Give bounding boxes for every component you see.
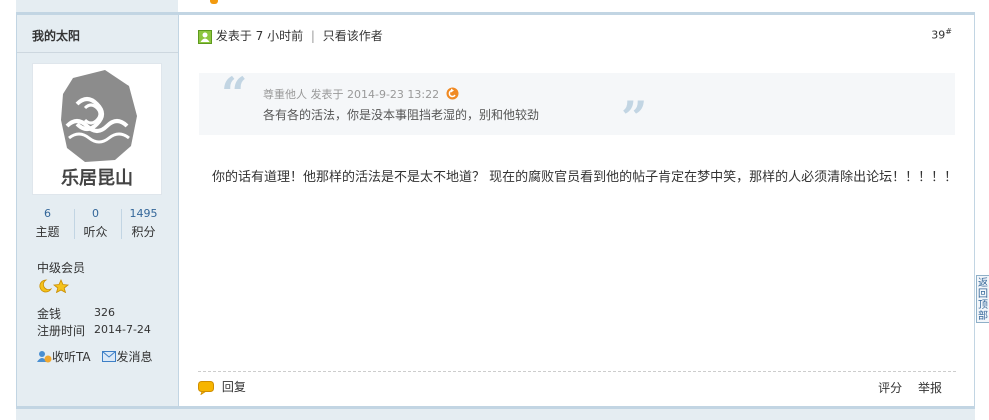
- reply-bubble-icon: [198, 380, 214, 395]
- post-body: 你的话有道理！他那样的活法是不是太不地道？ 现在的腐败官员看到他的帖子肯定在梦中…: [212, 170, 958, 185]
- stat-listeners-value: 0: [92, 207, 99, 220]
- close-quote-icon: ”: [621, 91, 648, 145]
- register-row: 注册时间 2014-7-24: [37, 322, 151, 339]
- author-stats: 6 主题 0 听众 1495 积分: [25, 207, 173, 241]
- follow-label: 收听TA: [52, 350, 91, 364]
- author-sidebar: 我的太阳 乐居昆山 6 主题 0 听众 1495 积分 中级会员 金钱 326 …: [17, 15, 179, 406]
- member-level[interactable]: 中级会员: [37, 259, 85, 276]
- avatar[interactable]: 乐居昆山: [32, 63, 162, 195]
- quote-block: “ 尊重他人 发表于 2014-9-23 13:22 各有各的活法，你是没本事阻…: [199, 67, 955, 145]
- quote-text: 各有各的活法，你是没本事阻挡老湿的，别和他较劲: [263, 108, 540, 122]
- frame-right-border: [974, 14, 975, 420]
- post-content-area: 发表于 7 小时前 | 只看该作者 39# “ 尊重他人 发表于 2014-9-…: [179, 15, 974, 406]
- only-author-link[interactable]: 只看该作者: [323, 29, 383, 43]
- stat-points[interactable]: 1495 积分: [121, 207, 166, 240]
- reply-button[interactable]: 回复: [198, 378, 246, 395]
- post-time: 发表于 7 小时前: [215, 29, 304, 43]
- stat-points-value: 1495: [129, 207, 158, 220]
- stat-listeners[interactable]: 0 听众: [73, 207, 118, 240]
- follow-icon: [37, 351, 52, 363]
- floor-value: 39: [931, 28, 946, 42]
- register-value: 2014-7-24: [94, 323, 151, 336]
- goto-quote-icon[interactable]: [446, 87, 459, 100]
- rate-link[interactable]: 评分: [878, 381, 902, 395]
- user-online-icon: [198, 29, 212, 44]
- floor-number[interactable]: 39#: [931, 27, 952, 42]
- back-to-top-label: 返回顶部: [978, 278, 988, 322]
- post-footer-divider: [198, 371, 956, 372]
- author-actions: 收听TA 发消息: [37, 348, 152, 365]
- header-pipe: |: [310, 29, 315, 43]
- post-bottom-bar: [16, 406, 975, 420]
- send-message-button[interactable]: 发消息: [102, 349, 153, 364]
- stat-listeners-label: 听众: [83, 225, 108, 239]
- author-name[interactable]: 我的太阳: [32, 27, 80, 44]
- moon-star-icon: [39, 279, 70, 294]
- top-strip: [0, 0, 989, 15]
- post-header: 发表于 7 小时前 | 只看该作者: [198, 27, 383, 44]
- money-row: 金钱 326: [37, 305, 115, 322]
- reply-label: 回复: [221, 380, 246, 394]
- author-divider: [17, 52, 178, 53]
- orange-marker: [210, 0, 218, 4]
- avatar-caption: 乐居昆山: [61, 168, 133, 189]
- register-label: 注册时间: [37, 324, 86, 338]
- send-message-label: 发消息: [116, 350, 153, 364]
- level-badges: [37, 279, 71, 296]
- stat-topics-value: 6: [44, 207, 51, 220]
- post-footer-actions: 评分 举报: [866, 379, 942, 396]
- money-value: 326: [94, 306, 115, 319]
- stat-points-label: 积分: [131, 225, 156, 239]
- quote-meta-text: 尊重他人 发表于 2014-9-23 13:22: [263, 88, 440, 101]
- stat-topics[interactable]: 6 主题: [25, 207, 70, 240]
- avatar-logo-icon: 乐居昆山: [61, 70, 137, 189]
- back-to-top-button[interactable]: 返回顶部: [976, 275, 989, 323]
- follow-button[interactable]: 收听TA: [37, 349, 94, 364]
- money-label: 金钱: [37, 307, 62, 321]
- report-link[interactable]: 举报: [918, 381, 942, 395]
- open-quote-icon: “: [221, 67, 248, 121]
- quote-meta: 尊重他人 发表于 2014-9-23 13:22: [263, 86, 459, 102]
- mail-icon: [102, 351, 117, 362]
- floor-sup: #: [945, 27, 952, 36]
- stat-topics-label: 主题: [35, 225, 60, 239]
